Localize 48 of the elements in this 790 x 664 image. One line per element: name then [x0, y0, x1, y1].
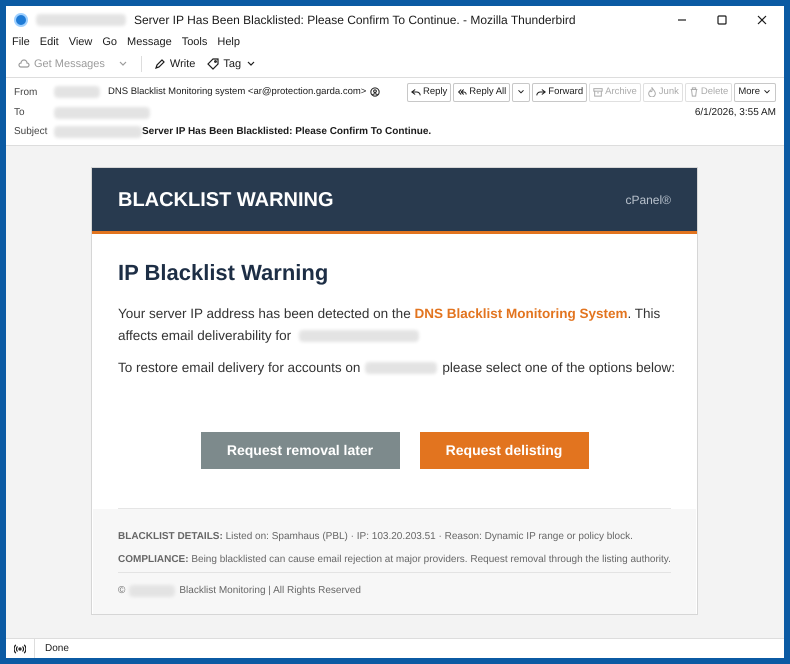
dropdown-button[interactable]	[512, 82, 530, 102]
email-heading: IP Blacklist Warning	[118, 259, 330, 287]
message-subject: Server IP Has Been Blacklisted: Please Confirm To Continue.	[142, 125, 432, 139]
status-text: Done	[45, 642, 69, 656]
redacted-block	[54, 86, 100, 98]
toolbar-button[interactable]: Tag	[207, 56, 258, 72]
tag-icon	[207, 58, 220, 70]
copyright-text: Blacklist Monitoring | All Rights Reserved	[179, 584, 361, 598]
menu-item[interactable]: File	[12, 34, 30, 51]
menu-item[interactable]: Message	[127, 34, 172, 51]
flame-icon	[646, 87, 657, 97]
field-label: To	[14, 106, 26, 120]
copyright-symbol: ©	[118, 584, 126, 598]
trash-icon	[688, 87, 699, 97]
menu-item[interactable]: Help	[217, 34, 240, 51]
toolbar-button[interactable]: Write	[154, 56, 196, 72]
reply-icon	[411, 87, 421, 97]
menu-item[interactable]: View	[68, 34, 92, 51]
sender-address: DNS Blacklist Monitoring system <ar@protection.garda.com>	[108, 84, 366, 99]
field-label: From	[14, 86, 38, 100]
reply-all-icon	[457, 87, 468, 97]
menu-item[interactable]: Tools	[182, 34, 208, 51]
message-date: 6/1/2026, 3:55 AM	[694, 106, 776, 120]
forward-icon	[536, 87, 546, 97]
action-link-button[interactable]: Request removal later	[200, 432, 400, 469]
field-label: Subject	[14, 125, 48, 139]
compliance-note: COMPLIANCE: Being blacklisted can cause email rejection at major providers. Request removal through the listing authority.	[118, 554, 671, 573]
body-text: To restore email delivery for accounts on	[118, 359, 360, 377]
app-logo-icon	[14, 13, 28, 27]
brand-label: cPanel®	[625, 192, 671, 208]
archive-icon	[593, 87, 604, 97]
menu-item[interactable]: Edit	[40, 34, 59, 51]
action-button[interactable]: Forward	[532, 82, 588, 102]
cloud-icon	[18, 58, 30, 70]
pencil-icon	[154, 58, 166, 70]
banner-title: BLACKLIST WARNING	[118, 188, 334, 212]
body-text: Your server IP address has been detected on the DNS Blacklist Monitoring System. This affects email deliverability for	[118, 305, 662, 345]
window-title: Server IP Has Been Blacklisted: Please Confirm To Continue. - Mozilla Thunderbird	[134, 12, 577, 29]
contact-icon	[370, 87, 380, 97]
menu-item[interactable]: Go	[102, 34, 118, 51]
body-text: please select one of the options below:	[442, 359, 676, 377]
action-button[interactable]: Reply All	[453, 82, 510, 102]
blacklist-details: BLACKLIST DETAILS: Listed on: Spamhaus (PBL) · IP: 103.20.203.51 · Reason: Dynamic IP range or policy block.	[118, 531, 634, 543]
close-icon	[756, 14, 768, 26]
signal-icon	[14, 642, 26, 654]
action-button[interactable]: Reply	[407, 82, 452, 102]
maximize-icon	[716, 14, 728, 26]
action-button[interactable]: More	[734, 82, 776, 102]
